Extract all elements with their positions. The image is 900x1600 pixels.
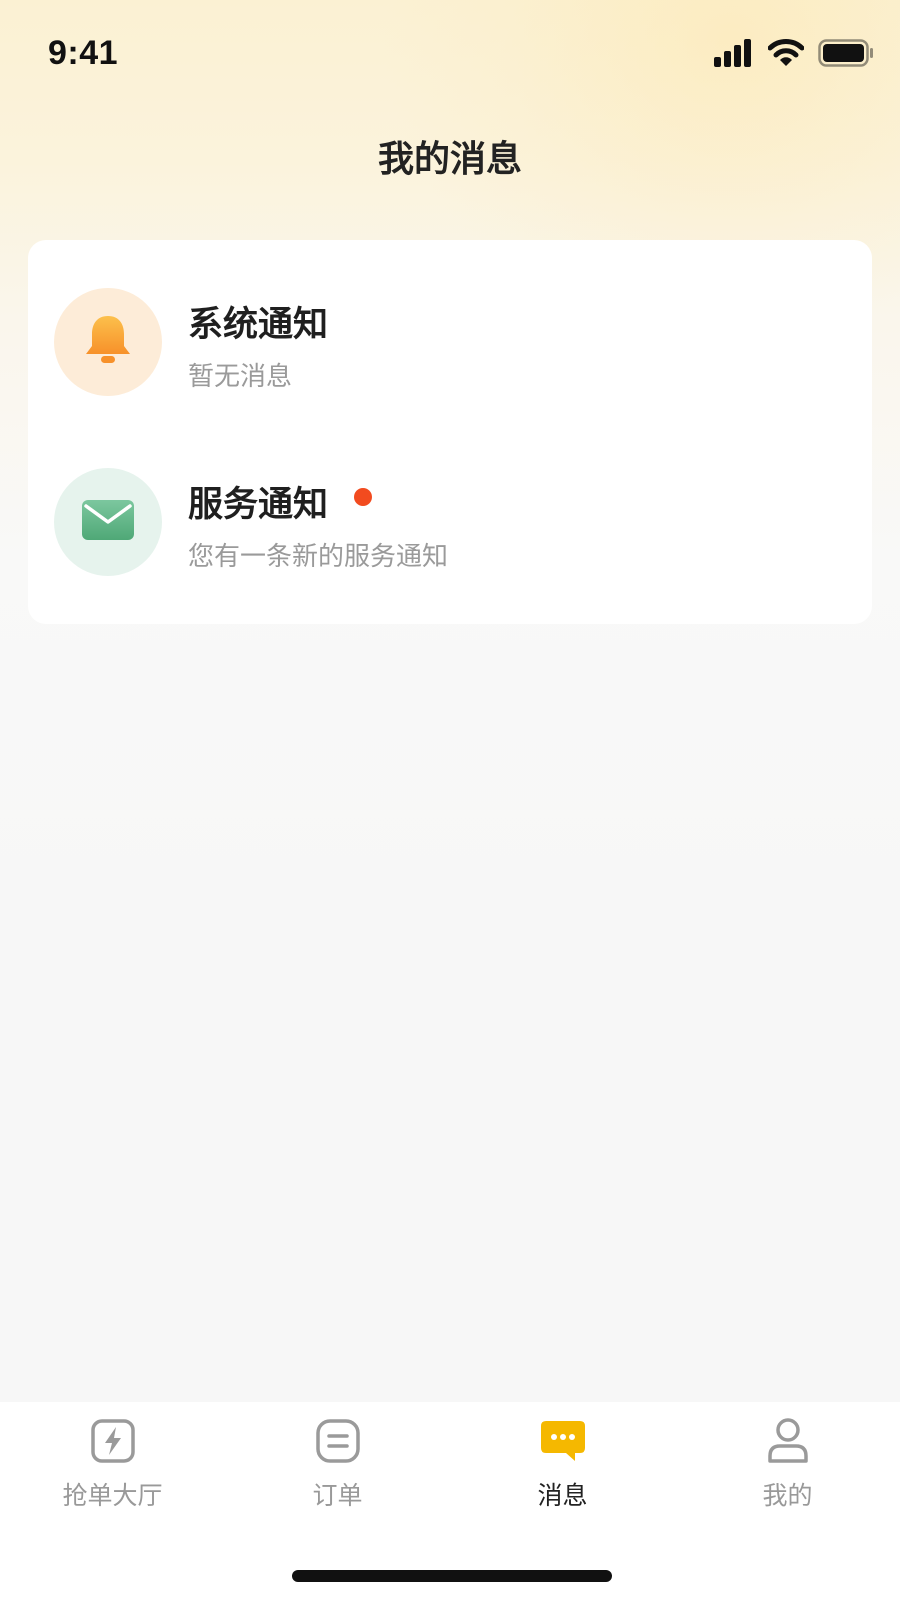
status-time: 9:41 (48, 34, 119, 72)
wifi-icon (767, 39, 805, 71)
status-icons (714, 38, 874, 72)
tab-label: 订单 (312, 1481, 363, 1510)
page-title: 我的消息 (377, 139, 522, 180)
messages-screen: 9:41 我的消息 系统通知 暂无消息 服务通知 您有一条新的服务通知 抢单大厅… (0, 0, 900, 1600)
message-list-card: 系统通知 暂无消息 服务通知 您有一条新的服务通知 (28, 240, 872, 624)
system-notice-avatar (54, 288, 162, 396)
tab-messages[interactable]: 消息 (450, 1416, 675, 1528)
service-notice-avatar (54, 468, 162, 576)
tab-label: 抢单大厅 (62, 1481, 163, 1510)
home-indicator (292, 1570, 612, 1582)
tab-orders[interactable]: 订单 (225, 1416, 450, 1528)
message-title: 系统通知 (188, 305, 329, 345)
message-title: 服务通知 (188, 485, 329, 525)
bell-icon (83, 313, 133, 371)
unread-dot (354, 488, 372, 506)
tab-profile[interactable]: 我的 (675, 1416, 900, 1528)
lightning-icon (88, 1416, 138, 1466)
order-list-icon (313, 1416, 363, 1466)
tab-label: 我的 (762, 1481, 813, 1510)
user-icon (763, 1416, 813, 1466)
tab-label: 消息 (537, 1481, 588, 1510)
mail-icon (80, 498, 136, 546)
cellular-signal-icon (714, 39, 754, 71)
chat-bubble-icon (538, 1416, 588, 1466)
message-subtitle: 暂无消息 (188, 362, 293, 392)
battery-icon (818, 39, 874, 71)
tab-order-hall[interactable]: 抢单大厅 (0, 1416, 225, 1528)
message-item-system-notice[interactable]: 系统通知 暂无消息 (28, 240, 872, 420)
status-bar: 9:41 (0, 0, 900, 110)
message-subtitle: 您有一条新的服务通知 (188, 542, 449, 572)
message-item-service-notice[interactable]: 服务通知 您有一条新的服务通知 (28, 420, 872, 600)
